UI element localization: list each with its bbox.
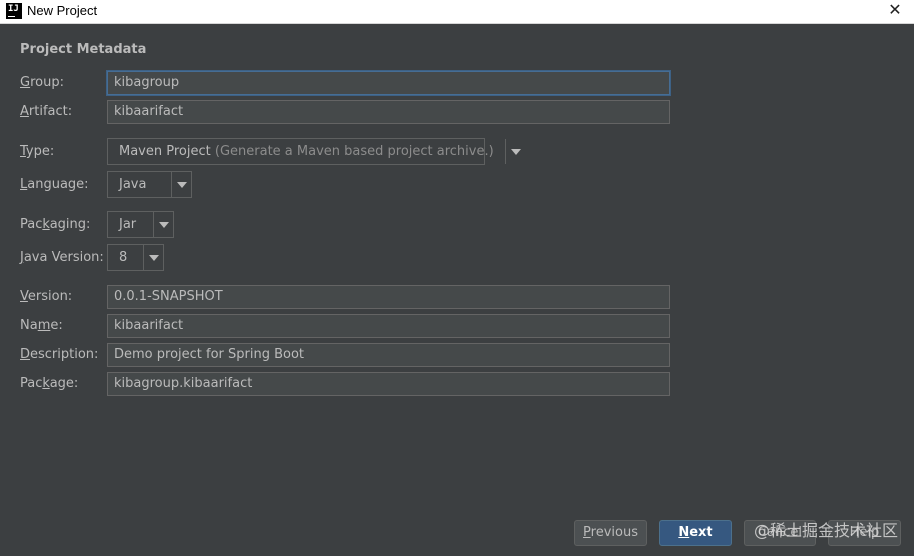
java-version-label: Java Version: [20, 250, 104, 265]
description-field[interactable]: Demo project for Spring Boot [107, 343, 670, 367]
java-version-dropdown[interactable]: 8 [107, 244, 164, 271]
description-label: Description: [20, 347, 99, 362]
artifact-field[interactable]: kibaarifact [107, 100, 670, 124]
packaging-label: Packaging: [20, 217, 91, 232]
section-title: Project Metadata [20, 42, 147, 57]
chevron-down-icon[interactable] [171, 172, 191, 197]
type-value: Maven Project [119, 144, 211, 159]
name-label: Name: [20, 318, 63, 333]
language-dropdown[interactable]: Java [107, 171, 192, 198]
packaging-dropdown[interactable]: Jar [107, 211, 174, 238]
version-label: Version: [20, 289, 73, 304]
name-field[interactable]: kibaarifact [107, 314, 670, 338]
chevron-down-icon[interactable] [504, 139, 521, 164]
group-field[interactable]: kibagroup [107, 71, 670, 95]
package-label: Package: [20, 376, 79, 391]
intellij-icon: IJ [6, 3, 22, 19]
type-hint: (Generate a Maven based project archive.… [214, 144, 494, 159]
close-button[interactable]: ✕ [884, 1, 906, 21]
packaging-value: Jar [119, 217, 137, 232]
chevron-down-icon[interactable] [143, 245, 163, 270]
package-field[interactable]: kibagroup.kibaarifact [107, 372, 670, 396]
chevron-down-icon[interactable] [153, 212, 173, 237]
java-version-value: 8 [119, 250, 128, 265]
artifact-label: Artifact: [20, 104, 73, 119]
type-dropdown[interactable]: Maven Project (Generate a Maven based pr… [107, 138, 521, 165]
language-label: Language: [20, 177, 89, 192]
language-value: Java [119, 177, 147, 192]
type-label: Type: [20, 144, 55, 159]
window-title: New Project [27, 3, 98, 18]
watermark: @稀土掘金技术社区 [753, 521, 898, 540]
version-field[interactable]: 0.0.1-SNAPSHOT [107, 285, 670, 309]
previous-button[interactable]: Previous [574, 520, 647, 546]
group-label: Group: [20, 75, 64, 90]
next-button[interactable]: Next [659, 520, 732, 546]
title-bar: IJ New Project ✕ [0, 0, 914, 24]
